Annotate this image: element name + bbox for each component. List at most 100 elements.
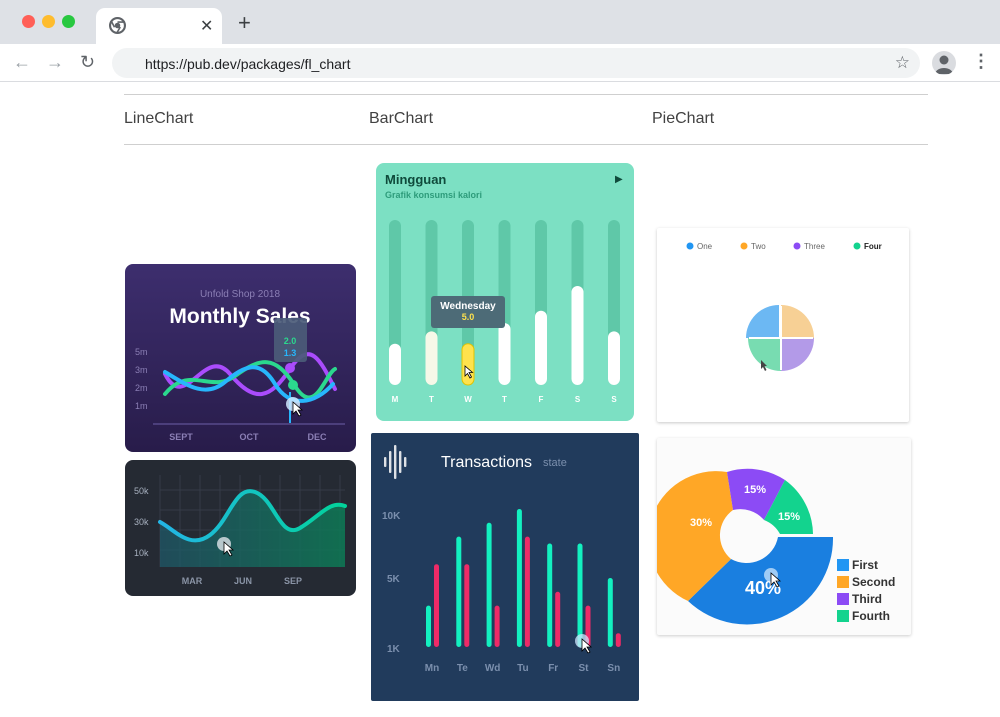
y-tick: 5K: [387, 574, 401, 585]
x-tick: Te: [457, 663, 468, 674]
bar[interactable]: [571, 286, 584, 385]
x-tick: MAR: [182, 576, 203, 586]
legend-label: Fourth: [852, 609, 890, 623]
profile-avatar-icon[interactable]: [932, 51, 956, 75]
mingguan-subtitle: Grafik konsumsi kalori: [385, 190, 482, 200]
tooltip-value: 5.0: [462, 312, 475, 322]
bar[interactable]: [547, 543, 553, 648]
legend-label: First: [852, 558, 878, 572]
monthly-sales-card[interactable]: Unfold Shop 2018 Monthly Sales 5m 3m 2m …: [125, 264, 356, 452]
bar[interactable]: [486, 522, 492, 647]
y-tick: 50k: [134, 486, 149, 496]
x-tick: F: [539, 395, 544, 404]
bar[interactable]: [516, 509, 522, 647]
legend-dot: [793, 242, 801, 250]
x-tick: T: [429, 395, 434, 404]
bar[interactable]: [577, 543, 583, 648]
donut-label: 30%: [690, 517, 712, 529]
barchart-header: BarChart: [369, 110, 434, 127]
mingguan-title: Mingguan: [385, 172, 446, 187]
play-icon[interactable]: ▶: [615, 174, 623, 185]
x-tick: SEP: [284, 576, 302, 586]
legend-dot: [686, 242, 694, 250]
bar[interactable]: [608, 331, 620, 385]
bar[interactable]: [389, 343, 401, 385]
back-icon[interactable]: ←: [13, 53, 31, 71]
legend-label: One: [697, 242, 713, 251]
donut-label: 15%: [778, 511, 800, 523]
x-tick: T: [502, 395, 507, 404]
transactions-title: Transactions: [441, 454, 532, 471]
new-tab-button[interactable]: +: [238, 12, 251, 34]
legend-swatch: [837, 576, 849, 588]
x-tick: DEC: [307, 432, 327, 442]
x-tick: S: [611, 395, 617, 404]
mingguan-card[interactable]: Mingguan Grafik konsumsi kalori ▶ M T W T F S…: [376, 163, 634, 421]
x-tick: St: [579, 663, 590, 674]
tab-close-icon[interactable]: ✕: [200, 16, 213, 36]
sound-wave-icon: [384, 445, 407, 479]
pie-slice-three[interactable]: [781, 338, 814, 371]
transactions-card[interactable]: Transactions state 10K 5K 1K Mn Te Wd Tu Fr S…: [371, 433, 639, 701]
x-tick: W: [464, 395, 472, 404]
area-fill: [160, 491, 345, 567]
bar[interactable]: [456, 536, 462, 647]
y-tick: 1K: [387, 644, 401, 655]
divider: [124, 94, 928, 95]
legend-label: Three: [804, 242, 825, 251]
bar[interactable]: [464, 564, 470, 647]
pie-slice-one[interactable]: [746, 305, 779, 338]
forward-icon[interactable]: →: [46, 53, 64, 71]
x-tick: JUN: [234, 576, 252, 586]
page-content: LineChart BarChart PieChart Unfold Shop …: [0, 82, 1000, 717]
y-tick: 10k: [134, 548, 149, 558]
legend-dot: [853, 242, 861, 250]
maximize-window-icon[interactable]: [62, 15, 75, 28]
bar[interactable]: [425, 331, 438, 385]
tooltip-value: 2.0: [284, 336, 297, 346]
bookmark-star-icon[interactable]: ☆: [895, 53, 910, 73]
url-text[interactable]: https://pub.dev/packages/fl_chart: [145, 56, 350, 72]
bar[interactable]: [434, 564, 439, 647]
bar[interactable]: [426, 605, 431, 647]
area-line-card[interactable]: 50k 30k 10k MAR JUN SEP: [125, 460, 356, 596]
bar[interactable]: [615, 633, 621, 647]
browser-toolbar: ← → ↻ https://pub.dev/packages/fl_chart …: [0, 44, 1000, 82]
bar[interactable]: [498, 323, 511, 385]
x-tick: Fr: [548, 663, 558, 674]
x-tick: SEPT: [169, 432, 193, 442]
x-tick: OCT: [240, 432, 260, 442]
x-tick: Tu: [517, 663, 528, 674]
legend-dot: [740, 242, 748, 250]
bar[interactable]: [607, 578, 613, 647]
legend-label: Second: [852, 575, 895, 589]
bar[interactable]: [535, 310, 547, 385]
divider: [124, 144, 928, 145]
legend-label: Two: [751, 242, 766, 251]
pie-chart-card[interactable]: One Two Three Four: [657, 228, 909, 422]
legend-label: Third: [852, 592, 882, 606]
data-point[interactable]: [285, 363, 295, 373]
close-window-icon[interactable]: [22, 15, 35, 28]
y-tick: 5m: [135, 347, 148, 357]
bar[interactable]: [524, 536, 530, 647]
legend-swatch: [837, 593, 849, 605]
pie-slice-two[interactable]: [781, 305, 814, 338]
y-tick: 10K: [382, 511, 401, 522]
address-bar[interactable]: https://pub.dev/packages/fl_chart ☆: [112, 48, 920, 78]
minimize-window-icon[interactable]: [42, 15, 55, 28]
bar[interactable]: [494, 605, 500, 647]
browser-menu-icon[interactable]: ⋮: [972, 52, 990, 70]
data-point[interactable]: [288, 380, 298, 390]
reload-icon[interactable]: ↻: [80, 53, 95, 71]
x-tick: Mn: [425, 663, 439, 674]
piechart-header: PieChart: [652, 110, 715, 127]
y-tick: 2m: [135, 383, 148, 393]
legend-swatch: [837, 559, 849, 571]
donut-chart-card[interactable]: 15% 15% 30% 40% First Second Third Fourt…: [657, 438, 911, 635]
legend-swatch: [837, 610, 849, 622]
bar[interactable]: [555, 591, 561, 647]
bar[interactable]: [461, 343, 475, 386]
tooltip-day: Wednesday: [440, 301, 496, 312]
browser-tab[interactable]: ✕: [96, 8, 222, 44]
